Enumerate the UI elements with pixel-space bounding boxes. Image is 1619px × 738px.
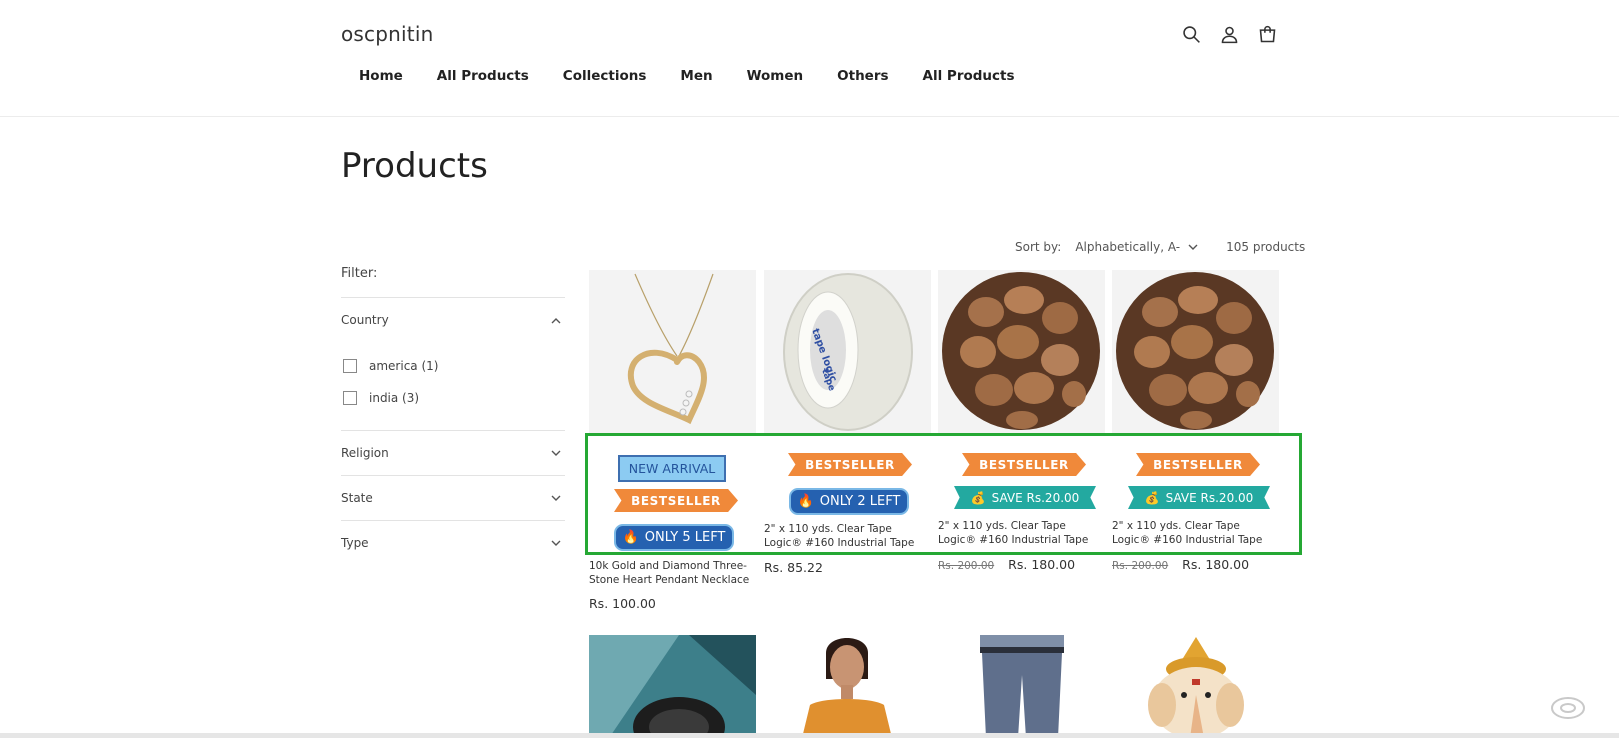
main-nav: Home All Products Collections Men Women … [359,68,1049,84]
filter-option-label: india (3) [369,391,420,405]
product-image-necklace[interactable] [589,270,756,433]
money-bag-icon: 💰 [1144,490,1160,505]
product-image-walnuts[interactable] [1112,270,1279,433]
nav-home[interactable]: Home [359,68,403,84]
nav-others[interactable]: Others [837,68,888,84]
chevron-down-icon [551,450,561,456]
product-image-tape[interactable]: tape logic tape [764,270,931,433]
checkbox[interactable] [343,391,357,405]
money-bag-icon: 💰 [970,490,986,505]
bestseller-badge: BESTSELLER [962,453,1086,476]
store-logo[interactable]: oscpnitin [341,22,433,46]
stock-badge-label: ONLY 2 LEFT [819,494,901,509]
walnuts-image [1112,270,1279,433]
fire-icon: 🔥 [797,494,814,509]
page-title: Products [341,146,488,186]
product-price: Rs. 100.00 [589,596,656,611]
nav-all-products-2[interactable]: All Products [923,68,1015,84]
product-old-price: Rs. 200.00 [1112,560,1169,572]
filter-sidebar: Filter: Country america (1) india (3) Re… [341,266,565,565]
walnuts-image [938,270,1105,433]
filter-group-label: Religion [341,446,389,460]
filter-option-label: america (1) [369,359,439,373]
product-title[interactable]: 10k Gold and Diamond Three-Stone Heart P… [589,559,756,587]
save-badge-label: SAVE Rs.20.00 [1165,490,1254,505]
product-price: Rs. 200.00 Rs. 180.00 [1112,557,1249,572]
filter-title: Filter: [341,266,378,281]
nav-collections[interactable]: Collections [563,68,647,84]
save-badge-label: SAVE Rs.20.00 [991,490,1080,505]
product-old-price: Rs. 200.00 [938,560,995,572]
nav-all-products[interactable]: All Products [437,68,529,84]
filter-option-india[interactable]: india (3) [341,382,565,414]
filter-group-type: Type [341,520,565,565]
filter-group-religion: Religion [341,430,565,475]
chevron-down-icon [551,495,561,501]
product-sale-price: Rs. 180.00 [1008,557,1076,572]
stock-badge: 🔥 ONLY 5 LEFT [614,524,734,551]
filter-header-type[interactable]: Type [341,521,565,565]
product-image-walnuts[interactable] [938,270,1105,433]
save-badge: 💰 SAVE Rs.20.00 [1128,486,1270,509]
site-header: oscpnitin Home All Products Collections … [0,0,1619,117]
woman-tshirt-image [764,635,931,738]
stock-badge-label: ONLY 5 LEFT [644,530,726,545]
filter-header-country[interactable]: Country [341,298,565,342]
product-image-man-trousers[interactable] [938,635,1105,738]
filter-group-state: State [341,475,565,520]
sort-bar: Sort by: Alphabetically, A- 105 products [1015,240,1305,254]
tape-image: tape logic tape [764,270,931,433]
save-badge: 💰 SAVE Rs.20.00 [954,486,1096,509]
nav-women[interactable]: Women [747,68,804,84]
filter-header-religion[interactable]: Religion [341,431,565,475]
ganesha-idol-image [1112,635,1279,738]
bestseller-badge: BESTSELLER [614,489,738,512]
camera-lens-image [589,635,756,738]
stock-badge: 🔥 ONLY 2 LEFT [789,488,909,515]
chevron-up-icon [551,317,561,323]
sort-label: Sort by: [1015,240,1062,254]
necklace-image [589,270,756,433]
product-image-camera-lens[interactable] [589,635,756,738]
sort-selected-value: Alphabetically, A- [1075,240,1181,254]
filter-options-country: america (1) india (3) [341,342,565,430]
filter-group-label: Country [341,313,389,327]
header-icons [1181,24,1278,45]
chevron-down-icon [551,540,561,546]
man-trousers-image [938,635,1105,738]
bestseller-badge: BESTSELLER [788,453,912,476]
filter-option-america[interactable]: america (1) [341,350,565,382]
account-icon[interactable] [1219,24,1240,45]
bottom-divider [0,733,1619,738]
product-image-ganesha-idol[interactable] [1112,635,1279,738]
checkbox[interactable] [343,359,357,373]
product-price: Rs. 85.22 [764,560,823,575]
chevron-down-icon [1188,244,1198,250]
filter-group-label: Type [341,536,369,550]
product-price: Rs. 200.00 Rs. 180.00 [938,557,1075,572]
new-arrival-badge: NEW ARRIVAL [618,455,726,482]
filter-header-state[interactable]: State [341,476,565,520]
cart-icon[interactable] [1257,24,1278,45]
watermark-logo [1551,697,1585,719]
product-count: 105 products [1226,240,1306,254]
nav-men[interactable]: Men [680,68,712,84]
sort-select[interactable]: Alphabetically, A- [1075,240,1198,254]
search-icon[interactable] [1181,24,1202,45]
filter-group-label: State [341,491,373,505]
product-sale-price: Rs. 180.00 [1182,557,1250,572]
product-image-woman-tshirt[interactable] [764,635,931,738]
filter-group-country: Country america (1) india (3) [341,297,565,430]
fire-icon: 🔥 [622,530,639,545]
bestseller-badge: BESTSELLER [1136,453,1260,476]
badge-highlight-box: NEW ARRIVAL BESTSELLER 🔥 ONLY 5 LEFT BEST… [585,433,1302,555]
